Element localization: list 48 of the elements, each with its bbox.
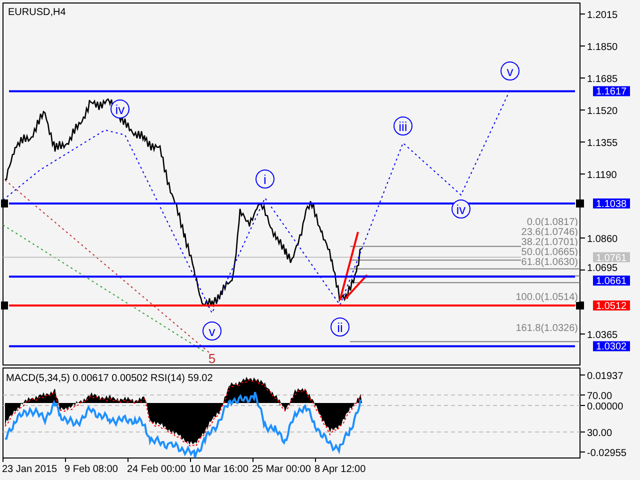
price-axis-label: 1.0860 <box>587 234 618 245</box>
indicator-axis-label: 30.00 <box>587 428 612 439</box>
indicator-axis-label: 70.00 <box>587 391 612 402</box>
price-axis-label: 1.0365 <box>587 330 618 341</box>
indicator-axis-label: 0.00000 <box>587 402 624 412</box>
chart-title: EURUSD,H4 <box>8 7 66 18</box>
price-axis-label: 1.1355 <box>587 138 618 149</box>
level-price-label: 1.0302 <box>593 341 630 353</box>
wave-label: 5 <box>208 351 216 366</box>
horizontal-level-line[interactable] <box>9 276 575 278</box>
fibonacci-level-label: 50.0(1.0665) <box>521 246 579 258</box>
price-axis-label: 1.0695 <box>587 263 618 274</box>
fibonacci-level-label: 0.0(1.0817) <box>521 216 579 228</box>
indicator-axis-label: -0.02955 <box>587 448 626 459</box>
price-axis-label: 1.1850 <box>587 42 618 53</box>
wave-label: v <box>202 322 222 340</box>
fibonacci-level-label: 61.8(1.0630) <box>521 256 579 268</box>
wave-label: v <box>500 62 520 80</box>
level-price-label: 1.1038 <box>593 198 630 210</box>
time-axis-label: 8 Apr 12:00 <box>314 464 366 475</box>
price-axis-label: 1.1520 <box>587 106 618 117</box>
fibonacci-level-label: 38.2(1.0701) <box>521 236 579 248</box>
line-handle-icon[interactable] <box>576 199 584 208</box>
wave-label: iii <box>394 116 412 136</box>
level-price-label: 1.0512 <box>593 300 630 312</box>
level-price-label: 1.0661 <box>593 276 630 288</box>
line-handle-icon[interactable] <box>1 302 8 310</box>
wave-label: iv <box>452 200 470 218</box>
time-axis-label: 10 Mar 16:00 <box>190 464 248 475</box>
fibonacci-level-label: 23.6(1.0746) <box>521 226 579 238</box>
wave-label: ii <box>330 318 350 336</box>
fibonacci-level-label: 161.8(1.0326) <box>516 322 579 334</box>
price-axis-label: 1.2015 <box>587 10 618 21</box>
wave-label: i <box>256 170 274 188</box>
line-handle-icon[interactable] <box>1 199 8 208</box>
time-axis-label: 23 Jan 2015 <box>2 464 58 475</box>
current-price-label: 1.0761 <box>593 252 630 264</box>
level-price-label: 1.1617 <box>593 86 630 98</box>
line-handle-icon[interactable] <box>576 302 584 310</box>
price-axis-label: 1.1190 <box>587 170 617 181</box>
indicator-axis-label: 0.01937 <box>587 371 624 382</box>
indicator-title: MACD(5,34,5) 0.00617 0.00502 RSI(14) 59.02 <box>6 373 213 384</box>
price-axis-label: 1.1685 <box>587 74 618 85</box>
wave-label: iv <box>110 100 130 118</box>
time-axis-label: 24 Feb 00:00 <box>127 464 186 475</box>
time-axis-label: 9 Feb 08:00 <box>64 464 118 475</box>
horizontal-level-line[interactable] <box>9 202 575 204</box>
time-axis-label: 25 Mar 00:00 <box>252 464 311 475</box>
